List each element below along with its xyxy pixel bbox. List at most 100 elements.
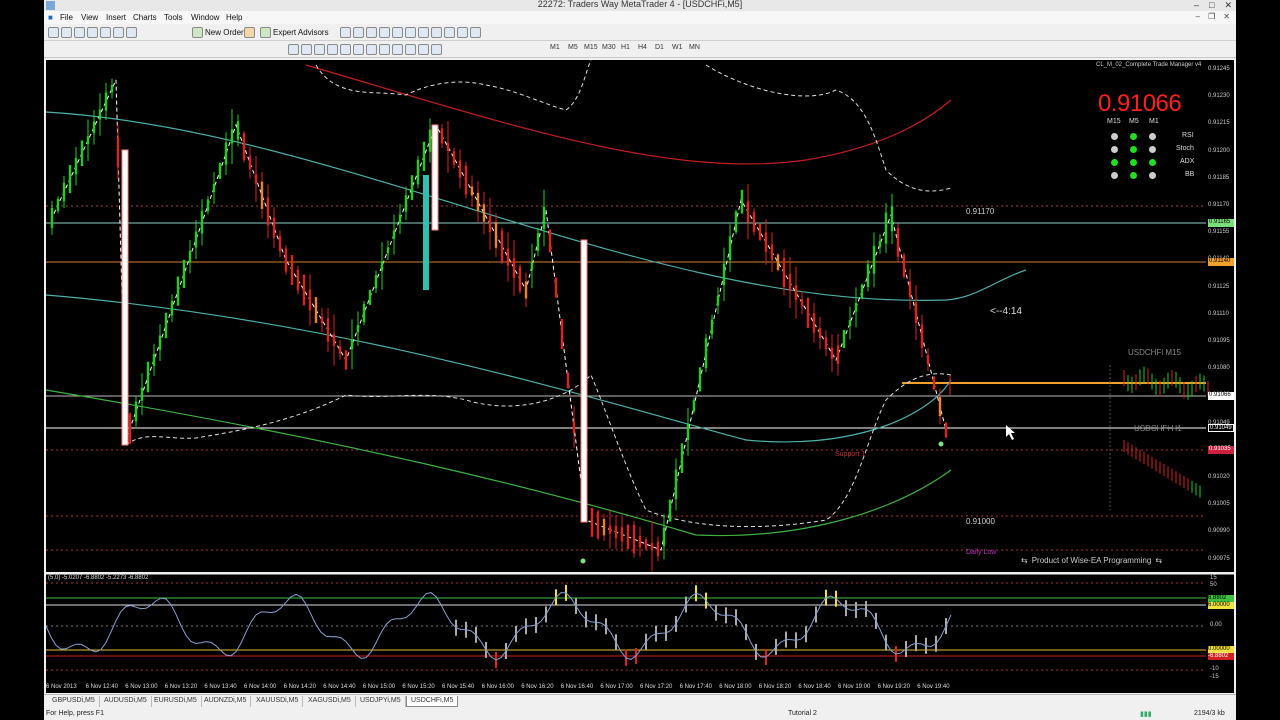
- product-credit: ⇆ Product of Wise-EA Programming ⇆: [1021, 556, 1162, 565]
- text-icon[interactable]: [379, 44, 390, 55]
- tile-windows-icon[interactable]: [405, 27, 416, 38]
- price-chart[interactable]: CL_M_02_Complete Trade Manager v4 0.9106…: [45, 59, 1234, 572]
- candle-body: [50, 207, 54, 228]
- timeframe-h4[interactable]: H4: [638, 44, 647, 51]
- market-watch-icon[interactable]: [74, 27, 85, 38]
- timeframe-m5[interactable]: M5: [568, 44, 578, 51]
- candle-body: [668, 499, 672, 522]
- candle-body: [830, 347, 834, 359]
- tab-gbpusdi[interactable]: GBPUSDi,M5: [48, 696, 100, 707]
- terminal-icon[interactable]: [113, 27, 124, 38]
- new-chart-icon[interactable]: [48, 27, 59, 38]
- indicator-window[interactable]: (5,0) -5.0207 -6.8802 -5.2273 -6.8802 15…: [45, 574, 1234, 684]
- candlestick-icon[interactable]: [353, 27, 364, 38]
- menu-file[interactable]: File: [60, 13, 73, 22]
- menu-view[interactable]: View: [81, 13, 98, 22]
- candle-body: [848, 320, 852, 327]
- line-chart-icon[interactable]: [366, 27, 377, 38]
- candle-body: [68, 165, 72, 194]
- templates-icon[interactable]: [470, 27, 481, 38]
- candle-body: [842, 329, 846, 348]
- daily-low-label: Daily Low: [966, 549, 997, 556]
- profiles-icon[interactable]: [61, 27, 72, 38]
- data-window-icon[interactable]: [87, 27, 98, 38]
- timeframe-w1[interactable]: W1: [672, 44, 683, 51]
- menu-help[interactable]: Help: [226, 13, 242, 22]
- candle-body: [488, 215, 492, 233]
- time-tick: 6 Nov 14:20: [283, 684, 316, 690]
- timeframe-m30[interactable]: M30: [602, 44, 616, 51]
- minimize-button[interactable]: –: [1194, 0, 1199, 11]
- tab-usdchfi[interactable]: USDCHFi,M5: [406, 696, 459, 707]
- new-order-button[interactable]: New Order: [192, 26, 244, 39]
- tab-audusdi[interactable]: AUDUSDi,M5: [100, 696, 152, 707]
- candle-body: [176, 276, 180, 306]
- panel-price: 0.91066: [1098, 90, 1182, 117]
- menu-charts[interactable]: Charts: [133, 13, 157, 22]
- menu-tools[interactable]: Tools: [164, 13, 183, 22]
- candle-body: [788, 274, 792, 292]
- timeframe-d1[interactable]: D1: [655, 44, 664, 51]
- tab-eurusdi[interactable]: EURUSDi,M5: [150, 696, 202, 707]
- indicator-label: (5,0) -5.0207 -6.8802 -5.2273 -6.8802: [48, 575, 149, 581]
- time-tick: 6 Nov 12:40: [85, 684, 118, 690]
- candle-body: [518, 266, 522, 292]
- chart-shift-icon[interactable]: [431, 27, 442, 38]
- timeframe-m1[interactable]: M1: [550, 44, 560, 51]
- timeframe-mn[interactable]: MN: [689, 44, 700, 51]
- more-tools-icon[interactable]: [431, 44, 442, 55]
- candle-body: [230, 129, 234, 144]
- candle-body: [272, 217, 276, 238]
- close-button[interactable]: ✕: [1224, 0, 1232, 11]
- horizontal-line-icon[interactable]: [327, 44, 338, 55]
- candle-body: [920, 324, 924, 349]
- text-label-icon[interactable]: [392, 44, 403, 55]
- candle-body: [590, 508, 594, 537]
- child-restore-button[interactable]: ❐: [1208, 12, 1215, 21]
- time-tick: 6 Nov 18:20: [758, 684, 792, 690]
- candle-body: [80, 140, 84, 166]
- navigator-icon[interactable]: [100, 27, 111, 38]
- cursor-icon[interactable]: [288, 44, 299, 55]
- candle-body: [350, 339, 354, 350]
- tab-audnzdi[interactable]: AUDNZDi,M5: [200, 696, 252, 707]
- candle-body: [260, 181, 264, 209]
- timeframe-m15[interactable]: M15: [584, 44, 598, 51]
- child-close-button[interactable]: ✕: [1223, 12, 1230, 21]
- candle-body: [758, 224, 762, 240]
- autoscroll-icon[interactable]: [418, 27, 429, 38]
- tab-xauusdi[interactable]: XAUUSDi,M5: [252, 696, 304, 707]
- menu-window[interactable]: Window: [191, 13, 219, 22]
- equidistant-channel-icon[interactable]: [353, 44, 364, 55]
- chart-tabs: GBPUSDi,M5 AUDUSDi,M5 EURUSDi,M5 AUDNZDi…: [44, 694, 1236, 707]
- zoom-in-icon[interactable]: [379, 27, 390, 38]
- menu-insert[interactable]: Insert: [106, 13, 126, 22]
- arrows-icon[interactable]: [405, 44, 416, 55]
- price-tick: 0.91020: [1208, 474, 1230, 480]
- expert-advisors-icon: [260, 27, 271, 38]
- price-box-low: 0.91049: [1208, 424, 1234, 432]
- price-tick: 0.91215: [1208, 120, 1230, 127]
- metaeditor-icon[interactable]: [244, 27, 255, 38]
- drawing-toolbar: M1 M5 M15 M30 H1 H4 D1 W1 MN: [44, 41, 1236, 58]
- vertical-line-icon[interactable]: [314, 44, 325, 55]
- indicators-icon[interactable]: [444, 27, 455, 38]
- tab-usdjpyi[interactable]: USDJPYi,M5: [356, 696, 406, 707]
- panel-row-adx: ADX: [1180, 158, 1195, 165]
- fibonacci-icon[interactable]: [366, 44, 377, 55]
- candle-body: [422, 141, 426, 171]
- candle-body: [242, 133, 246, 161]
- trendline-icon[interactable]: [340, 44, 351, 55]
- crosshair-icon[interactable]: [301, 44, 312, 55]
- tester-icon[interactable]: [126, 27, 137, 38]
- shapes-icon[interactable]: [418, 44, 429, 55]
- zoom-out-icon[interactable]: [392, 27, 403, 38]
- periods-icon[interactable]: [457, 27, 468, 38]
- timeframe-h1[interactable]: H1: [621, 44, 630, 51]
- expert-advisors-button[interactable]: Expert Advisors: [260, 26, 329, 39]
- child-minimize-button[interactable]: –: [1196, 12, 1200, 21]
- panel-row-bb: BB: [1185, 171, 1195, 178]
- maximize-button[interactable]: □: [1209, 0, 1214, 11]
- bar-chart-icon[interactable]: [340, 27, 351, 38]
- tab-xagusdi[interactable]: XAGUSDi,M5: [304, 696, 356, 707]
